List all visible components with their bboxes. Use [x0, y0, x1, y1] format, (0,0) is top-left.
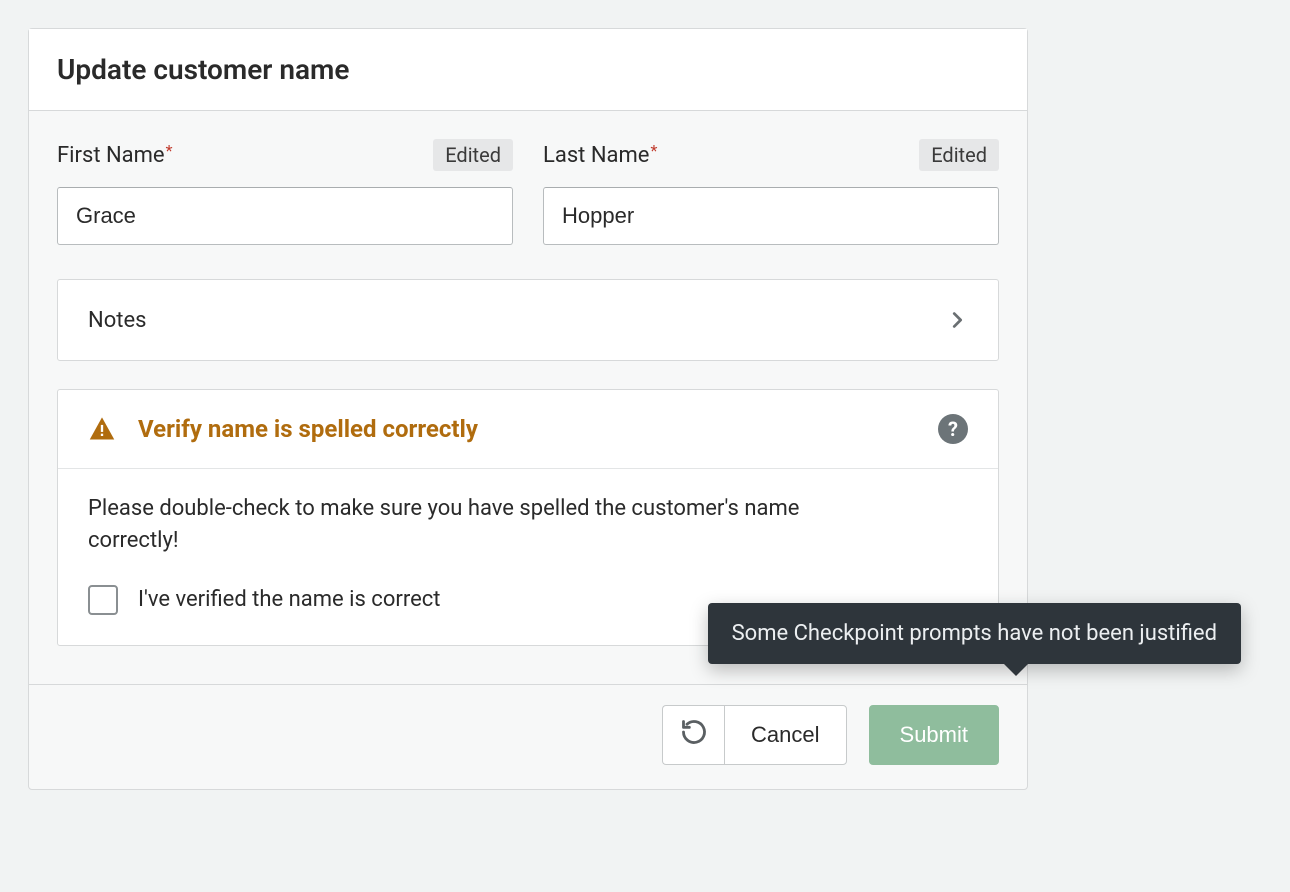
verify-checkbox-label: I've verified the name is correct: [138, 587, 440, 612]
submit-button[interactable]: Submit: [869, 705, 999, 765]
last-name-input[interactable]: [543, 187, 999, 245]
submit-tooltip: Some Checkpoint prompts have not been ju…: [708, 603, 1241, 664]
first-name-label: First Name*: [57, 143, 171, 168]
card-footer: Some Checkpoint prompts have not been ju…: [29, 684, 1027, 789]
first-name-label-row: First Name* Edited: [57, 139, 513, 171]
cancel-button[interactable]: Cancel: [724, 705, 846, 765]
verify-body-text: Please double-check to make sure you hav…: [88, 493, 848, 557]
card-header: Update customer name: [29, 29, 1027, 111]
first-name-field: First Name* Edited: [57, 139, 513, 245]
help-icon[interactable]: ?: [938, 414, 968, 444]
card-title: Update customer name: [57, 53, 999, 86]
undo-icon: [680, 718, 708, 752]
verify-header: Verify name is spelled correctly ?: [58, 390, 998, 469]
notes-expander[interactable]: Notes: [57, 279, 999, 361]
update-customer-card: Update customer name First Name* Edited …: [28, 28, 1028, 790]
chevron-right-icon: [946, 309, 968, 331]
last-name-label-text: Last Name: [543, 143, 649, 168]
cancel-button-group: Cancel: [662, 705, 846, 765]
first-name-label-text: First Name: [57, 143, 165, 168]
name-fields-row: First Name* Edited Last Name* Edited: [57, 139, 999, 245]
verify-title: Verify name is spelled correctly: [138, 415, 478, 443]
last-name-edited-badge: Edited: [919, 139, 999, 171]
required-asterisk-icon: *: [650, 141, 657, 160]
submit-tooltip-text: Some Checkpoint prompts have not been ju…: [732, 621, 1217, 646]
reset-button[interactable]: [662, 705, 724, 765]
verify-header-left: Verify name is spelled correctly: [88, 415, 478, 443]
first-name-input[interactable]: [57, 187, 513, 245]
first-name-edited-badge: Edited: [433, 139, 513, 171]
notes-label: Notes: [88, 308, 146, 333]
required-asterisk-icon: *: [166, 141, 173, 160]
last-name-label: Last Name*: [543, 143, 656, 168]
last-name-field: Last Name* Edited: [543, 139, 999, 245]
verify-checkbox[interactable]: [88, 585, 118, 615]
last-name-label-row: Last Name* Edited: [543, 139, 999, 171]
warning-triangle-icon: [88, 415, 116, 443]
card-body: First Name* Edited Last Name* Edited Not…: [29, 111, 1027, 684]
